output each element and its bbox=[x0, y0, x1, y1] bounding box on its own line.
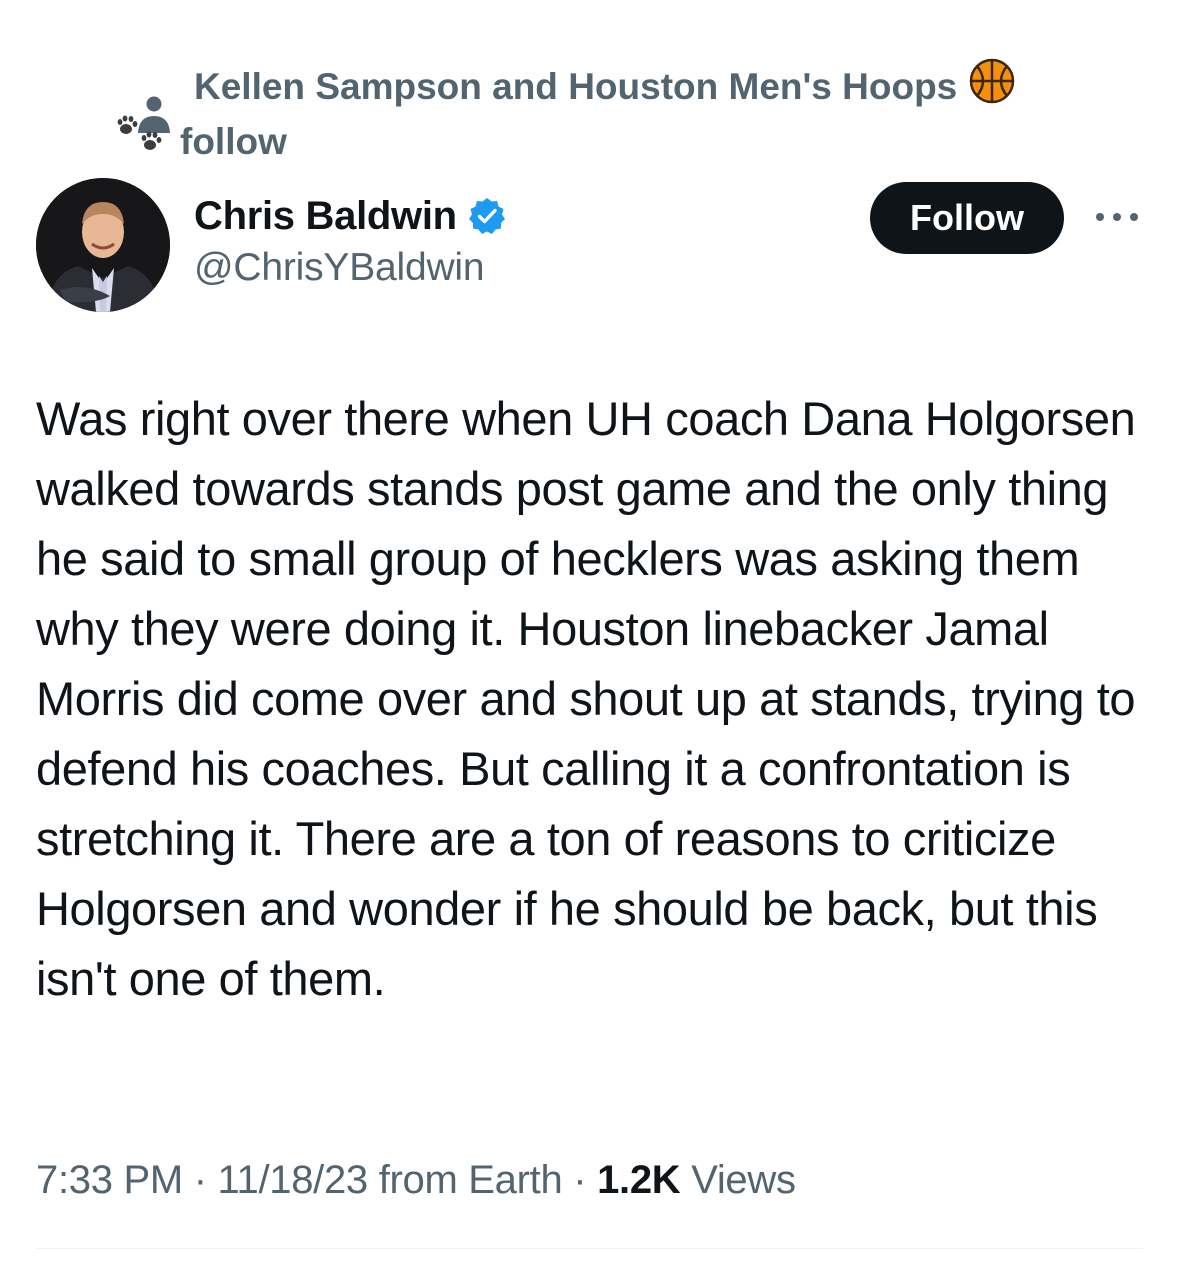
tweet-source: from Earth bbox=[367, 1158, 563, 1202]
tweet-meta: 7:33 PM · 11/18/23 from Earth · 1.2K Vie… bbox=[36, 1158, 796, 1203]
follow-button[interactable]: Follow bbox=[870, 182, 1064, 254]
tweet-header: Chris Baldwin @ChrisYBaldwin Follow bbox=[36, 178, 1146, 318]
divider bbox=[36, 1248, 1143, 1249]
social-context-line2[interactable]: follow bbox=[180, 119, 287, 165]
views-count[interactable]: 1.2K bbox=[597, 1158, 681, 1202]
basketball-icon bbox=[969, 58, 1015, 115]
paw-prints-icon bbox=[116, 115, 166, 168]
tweet-time[interactable]: 7:33 PM bbox=[36, 1158, 183, 1202]
author-info[interactable]: Chris Baldwin @ChrisYBaldwin bbox=[194, 190, 507, 290]
more-options-icon[interactable] bbox=[1092, 206, 1142, 228]
author-handle[interactable]: @ChrisYBaldwin bbox=[194, 246, 507, 290]
meta-separator: · bbox=[182, 1158, 218, 1202]
social-context-text[interactable]: Kellen Sampson and Houston Men's Hoops f… bbox=[117, 58, 1015, 168]
tweet-date[interactable]: 11/18/23 bbox=[218, 1158, 369, 1202]
meta-separator: · bbox=[562, 1158, 598, 1202]
avatar[interactable] bbox=[36, 178, 170, 312]
tweet-text: Was right over there when UH coach Dana … bbox=[36, 392, 1136, 1005]
verified-badge-icon[interactable] bbox=[467, 196, 507, 236]
social-context-line1[interactable]: Kellen Sampson and Houston Men's Hoops bbox=[194, 64, 957, 110]
author-display-name[interactable]: Chris Baldwin bbox=[194, 194, 457, 239]
views-label[interactable]: Views bbox=[680, 1158, 796, 1202]
social-context: Kellen Sampson and Houston Men's Hoops f… bbox=[117, 58, 1094, 168]
